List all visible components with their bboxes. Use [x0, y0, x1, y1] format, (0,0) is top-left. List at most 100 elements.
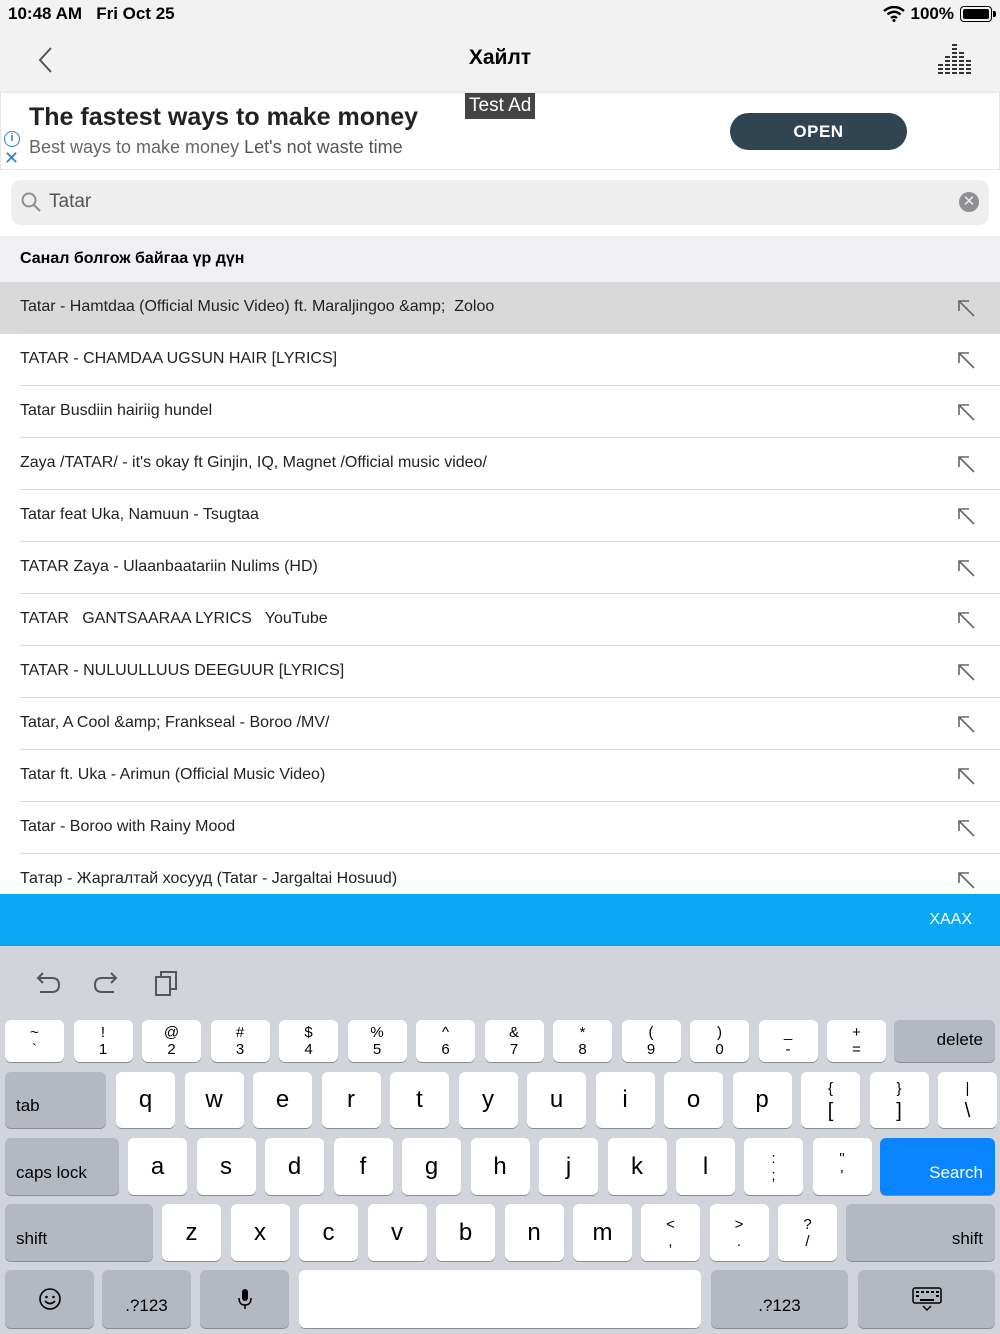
close-keyboard-button[interactable]: ХААХ — [929, 911, 972, 929]
letter-key[interactable]: a — [128, 1138, 187, 1195]
letter-key[interactable]: t — [390, 1072, 449, 1128]
letter-key[interactable]: d — [265, 1138, 324, 1195]
fill-search-arrow-icon[interactable] — [956, 350, 976, 370]
letter-key[interactable]: q — [116, 1072, 175, 1128]
delete-key[interactable]: delete — [894, 1020, 995, 1062]
fill-search-arrow-icon[interactable] — [956, 402, 976, 422]
suggestion-row[interactable]: Tatar ft. Uka - Arimun (Official Music V… — [0, 750, 1000, 802]
emoji-key[interactable] — [5, 1270, 94, 1328]
symbol-key[interactable]: >. — [709, 1204, 769, 1261]
shift-right-key[interactable]: shift — [846, 1204, 995, 1261]
ad-close-icon[interactable]: ✕ — [4, 149, 19, 167]
redo-icon[interactable] — [92, 968, 122, 998]
letter-key[interactable]: c — [299, 1204, 358, 1261]
letter-key[interactable]: n — [504, 1204, 564, 1261]
letter-key[interactable]: e — [253, 1072, 312, 1128]
keyboard-dismiss-icon — [911, 1287, 942, 1311]
letter-key[interactable]: v — [367, 1204, 427, 1261]
suggestion-row[interactable]: Tatar Busdiin hairiig hundel — [0, 386, 1000, 438]
fill-search-arrow-icon[interactable] — [956, 662, 976, 682]
letter-key[interactable]: w — [184, 1072, 244, 1128]
fill-search-arrow-icon[interactable] — [956, 766, 976, 786]
fill-search-arrow-icon[interactable] — [956, 610, 976, 630]
undo-icon[interactable] — [32, 968, 62, 998]
paste-icon[interactable] — [152, 968, 182, 998]
suggestion-row[interactable]: Zaya /TATAR/ - it's okay ft Ginjin, IQ, … — [0, 438, 1000, 490]
letter-key[interactable]: y — [458, 1072, 518, 1128]
number-key[interactable]: ! 1 — [73, 1020, 133, 1062]
fill-search-arrow-icon[interactable] — [956, 454, 976, 474]
key-glyphs: {[ — [827, 1080, 834, 1122]
key-glyphs: + = — [852, 1024, 861, 1058]
clear-search-icon[interactable]: ✕ — [959, 192, 979, 212]
number-key[interactable]: ~ ` — [5, 1020, 64, 1062]
hide-keyboard-key[interactable] — [858, 1270, 995, 1328]
fill-search-arrow-icon[interactable] — [956, 870, 976, 890]
letter-key[interactable]: h — [470, 1138, 530, 1195]
tab-key[interactable]: tab — [5, 1072, 106, 1128]
ad-info-icon[interactable]: i — [4, 131, 20, 147]
letter-key[interactable]: o — [664, 1072, 723, 1128]
fill-search-arrow-icon[interactable] — [956, 506, 976, 526]
fill-search-arrow-icon[interactable] — [956, 558, 976, 578]
number-key[interactable]: % 5 — [347, 1020, 407, 1062]
letter-key[interactable]: m — [573, 1204, 632, 1261]
letter-key[interactable]: p — [732, 1072, 792, 1128]
number-key[interactable]: _ - — [758, 1020, 818, 1062]
letter-key[interactable]: g — [402, 1138, 461, 1195]
fill-search-arrow-icon[interactable] — [956, 714, 976, 734]
suggestion-row[interactable]: Tatar feat Uka, Namuun - Tsugtaa — [0, 490, 1000, 542]
suggestion-row[interactable]: Tatar - Hamtdaa (Official Music Video) f… — [0, 282, 1000, 334]
equalizer-icon[interactable] — [936, 42, 972, 78]
number-key[interactable]: * 8 — [553, 1020, 612, 1062]
shift-left-key[interactable]: shift — [5, 1204, 153, 1261]
letter-key[interactable]: i — [595, 1072, 655, 1128]
number-key[interactable]: #3 — [210, 1020, 270, 1062]
search-field-container[interactable]: ✕ — [11, 180, 989, 225]
suggestion-row[interactable]: Tatar - Boroo with Rainy Mood — [0, 802, 1000, 854]
suggestion-row[interactable]: Татар - Жаргалтай хосууд (Tatar - Jargal… — [0, 854, 1000, 894]
search-input[interactable] — [49, 187, 929, 217]
fill-search-arrow-icon[interactable] — [956, 298, 976, 318]
fill-search-arrow-icon[interactable] — [956, 818, 976, 838]
number-key[interactable]: ) 0 — [690, 1020, 749, 1062]
ad-banner[interactable]: The fastest ways to make money Best ways… — [0, 92, 1000, 170]
status-right: 100% — [882, 4, 996, 24]
number-key[interactable]: ^ 6 — [416, 1020, 475, 1062]
suggestion-row[interactable]: TATAR Zaya - Ulaanbaatariin Nulims (HD) — [0, 542, 1000, 594]
letter-key[interactable]: z — [162, 1204, 221, 1261]
search-key[interactable]: Search — [880, 1138, 995, 1195]
symbol-key[interactable]: ? / — [778, 1204, 837, 1261]
letter-key[interactable]: l — [676, 1138, 735, 1195]
symbol-key[interactable]: | \ — [938, 1072, 997, 1128]
letter-key[interactable]: u — [527, 1072, 586, 1128]
suggestion-row[interactable]: Tatar, A Cool &amp; Frankseal - Boroo /M… — [0, 698, 1000, 750]
symbol-key[interactable]: " ' — [812, 1138, 872, 1195]
suggestion-row[interactable]: TATAR - CHAMDAA UGSUN HAIR [LYRICS] — [0, 334, 1000, 386]
letter-key[interactable]: j — [539, 1138, 598, 1195]
letter-key[interactable]: b — [436, 1204, 495, 1261]
symbol-key[interactable]: <, — [641, 1204, 700, 1261]
space-key[interactable] — [299, 1270, 701, 1328]
symbol-key[interactable]: }] — [869, 1072, 929, 1128]
suggestion-row[interactable]: TATAR - NULUULLUUS DEEGUUR [LYRICS] — [0, 646, 1000, 698]
symbol-key[interactable]: {[ — [801, 1072, 860, 1128]
letter-key[interactable]: x — [230, 1204, 290, 1261]
letter-key[interactable]: s — [196, 1138, 256, 1195]
ad-open-button[interactable]: OPEN — [730, 113, 907, 150]
ad-headline[interactable]: The fastest ways to make money — [29, 103, 418, 132]
caps-lock-key[interactable]: caps lock — [5, 1138, 119, 1195]
number-key[interactable]: (9 — [621, 1020, 681, 1062]
number-key[interactable]: & 7 — [484, 1020, 544, 1062]
numbers-key[interactable]: .?123 — [102, 1270, 191, 1328]
letter-key[interactable]: r — [321, 1072, 381, 1128]
numbers-key-right[interactable]: .?123 — [711, 1270, 848, 1328]
suggestion-row[interactable]: TATAR GANTSAARAA LYRICS YouTube — [0, 594, 1000, 646]
letter-key[interactable]: f — [333, 1138, 393, 1195]
number-key[interactable]: @2 — [142, 1020, 201, 1062]
letter-key[interactable]: k — [607, 1138, 667, 1195]
number-key[interactable]: + = — [827, 1020, 886, 1062]
number-key[interactable]: $4 — [279, 1020, 338, 1062]
symbol-key[interactable]: :; — [744, 1138, 803, 1195]
dictation-key[interactable] — [200, 1270, 289, 1328]
